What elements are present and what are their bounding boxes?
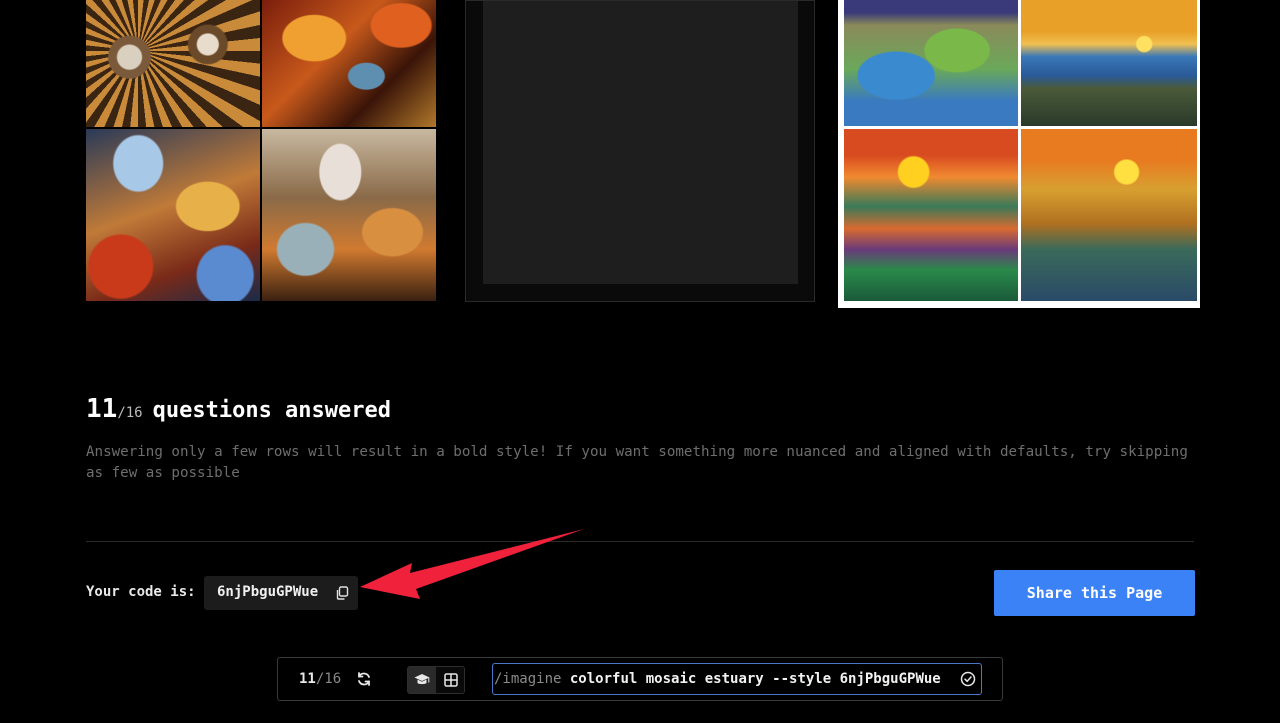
image-tile-placeholder[interactable] bbox=[465, 0, 815, 302]
questions-label: questions answered bbox=[152, 398, 392, 423]
landscape-image-2 bbox=[1021, 0, 1197, 126]
annotation-arrow bbox=[360, 529, 584, 599]
answered-count: 11 bbox=[86, 394, 118, 424]
image-tile-mosaic[interactable] bbox=[86, 0, 436, 301]
total-count: /16 bbox=[117, 405, 143, 421]
landscape-image-1 bbox=[844, 0, 1018, 126]
prompt-command: /imagine bbox=[494, 671, 562, 687]
image-tile-landscape-selected[interactable] bbox=[838, 0, 1200, 308]
check-circle-icon bbox=[960, 671, 976, 687]
mosaic-image-4 bbox=[262, 129, 436, 301]
progress-total: /16 bbox=[315, 671, 342, 687]
questions-description: Answering only a few rows will result in… bbox=[86, 444, 1188, 481]
progress-current: 11 bbox=[299, 671, 316, 687]
style-code-value: 6njPbguGPWue bbox=[217, 584, 319, 600]
mode-learn-button[interactable] bbox=[408, 667, 436, 693]
mosaic-image-1 bbox=[86, 0, 260, 127]
landscape-image-4 bbox=[1021, 129, 1197, 301]
copy-icon[interactable] bbox=[335, 586, 349, 600]
landscape-image-3 bbox=[844, 129, 1018, 301]
mosaic-image-3 bbox=[86, 129, 260, 301]
prompt-text: /imagine colorful mosaic estuary --style… bbox=[494, 671, 941, 687]
code-label: Your code is: bbox=[86, 584, 196, 600]
code-copy-box[interactable]: 6njPbguGPWue bbox=[204, 576, 358, 610]
mode-grid-button[interactable] bbox=[437, 667, 465, 693]
mosaic-image-2 bbox=[262, 0, 436, 127]
mode-toggle bbox=[407, 666, 465, 694]
progress-counter: 11/16 bbox=[299, 671, 341, 687]
questions-answered-heading: 11/16 questions answered bbox=[86, 394, 391, 424]
placeholder-panel bbox=[483, 1, 798, 284]
grid-icon bbox=[444, 673, 458, 687]
share-page-button[interactable]: Share this Page bbox=[994, 570, 1195, 616]
command-bar: 11/16 /imagine colorful mosaic estuary -… bbox=[277, 657, 1003, 701]
refresh-icon[interactable] bbox=[356, 671, 372, 687]
graduation-cap-icon bbox=[414, 674, 430, 685]
section-divider bbox=[86, 541, 1194, 542]
prompt-input[interactable]: /imagine colorful mosaic estuary --style… bbox=[492, 663, 982, 695]
prompt-body: colorful mosaic estuary --style 6njPbguG… bbox=[561, 671, 941, 687]
